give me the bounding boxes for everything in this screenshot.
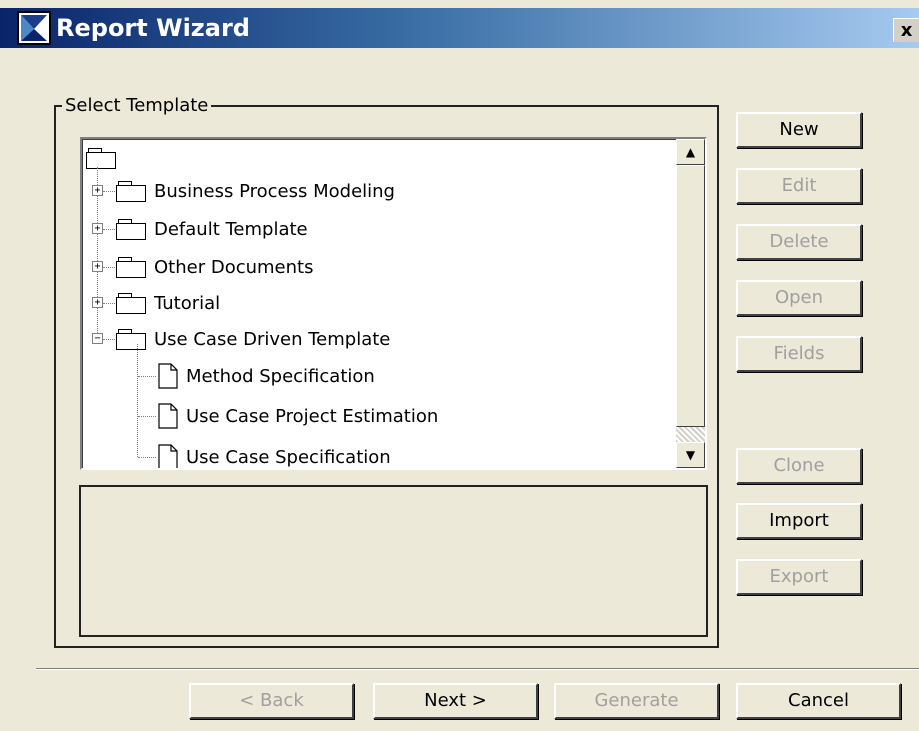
window-title: Report Wizard	[56, 14, 250, 42]
fields-button[interactable]: Fields	[736, 336, 862, 372]
expand-icon[interactable]: +	[92, 223, 103, 234]
tree-leaf-method-specification[interactable]: Method Specification	[158, 361, 375, 391]
tree-root[interactable]	[86, 143, 116, 173]
tree-node-tutorial[interactable]: Tutorial	[116, 288, 220, 318]
folder-icon	[116, 219, 146, 240]
expand-icon[interactable]: +	[92, 297, 103, 308]
folder-icon	[116, 329, 146, 350]
tree-node-other-documents[interactable]: Other Documents	[116, 252, 313, 282]
open-button[interactable]: Open	[736, 280, 862, 316]
document-icon	[158, 363, 178, 389]
report-wizard-window: Report Wizard x Select Template + Busine…	[0, 0, 919, 731]
tree-node-label: Use Case Driven Template	[154, 328, 391, 350]
select-template-legend: Select Template	[62, 95, 212, 117]
tree-node-default-template[interactable]: Default Template	[116, 214, 308, 244]
tree-connector	[138, 376, 156, 377]
document-icon	[158, 444, 178, 468]
generate-button[interactable]: Generate	[554, 683, 719, 719]
tree-node-label: Business Process Modeling	[154, 180, 395, 202]
folder-icon	[116, 181, 146, 202]
report-wizard-icon	[17, 11, 51, 45]
footer-separator	[36, 668, 919, 670]
tree-connector	[103, 191, 115, 192]
tree-connector	[103, 303, 115, 304]
clone-button[interactable]: Clone	[736, 448, 862, 484]
expand-icon[interactable]: +	[92, 185, 103, 196]
folder-icon	[86, 148, 116, 169]
tree-node-business-process-modeling[interactable]: Business Process Modeling	[116, 176, 395, 206]
cancel-button[interactable]: Cancel	[736, 683, 901, 719]
next-button[interactable]: Next >	[373, 683, 538, 719]
tree-node-label: Default Template	[154, 218, 308, 240]
tree-leaf-use-case-specification[interactable]: Use Case Specification	[158, 442, 391, 468]
tree-scrollbar[interactable]: ▲ ▼	[676, 139, 705, 468]
expand-icon[interactable]: +	[92, 261, 103, 272]
new-button[interactable]: New	[736, 112, 862, 148]
close-button[interactable]: x	[893, 18, 919, 42]
scroll-thumb[interactable]	[676, 165, 705, 427]
edit-button[interactable]: Edit	[736, 168, 862, 204]
tree-connector	[137, 344, 138, 457]
tree-connector	[138, 416, 156, 417]
import-button[interactable]: Import	[736, 503, 862, 539]
tree-leaf-label: Method Specification	[186, 365, 375, 387]
export-button[interactable]: Export	[736, 559, 862, 595]
scroll-up-button[interactable]: ▲	[676, 139, 705, 165]
template-description-pane	[79, 485, 708, 637]
folder-icon	[116, 257, 146, 278]
title-bar[interactable]: Report Wizard x	[0, 8, 919, 48]
tree-leaf-label: Use Case Project Estimation	[186, 405, 439, 427]
folder-icon	[116, 293, 146, 314]
scroll-track[interactable]	[676, 427, 705, 442]
tree-connector	[103, 229, 115, 230]
tree-node-label: Other Documents	[154, 256, 314, 278]
delete-button[interactable]: Delete	[736, 224, 862, 260]
tree-leaf-use-case-project-estimation[interactable]: Use Case Project Estimation	[158, 401, 438, 431]
tree-leaf-label: Use Case Specification	[186, 446, 391, 468]
tree-node-use-case-driven-template[interactable]: Use Case Driven Template	[116, 324, 390, 354]
template-tree[interactable]: + Business Process Modeling + Default Te…	[80, 137, 707, 470]
tree-connector	[138, 457, 156, 458]
tree-node-label: Tutorial	[154, 292, 221, 314]
tree-connector	[103, 339, 115, 340]
collapse-icon[interactable]: −	[92, 333, 103, 344]
document-icon	[158, 403, 178, 429]
scroll-down-button[interactable]: ▼	[676, 442, 705, 468]
back-button[interactable]: < Back	[189, 683, 354, 719]
tree-connector	[103, 267, 115, 268]
